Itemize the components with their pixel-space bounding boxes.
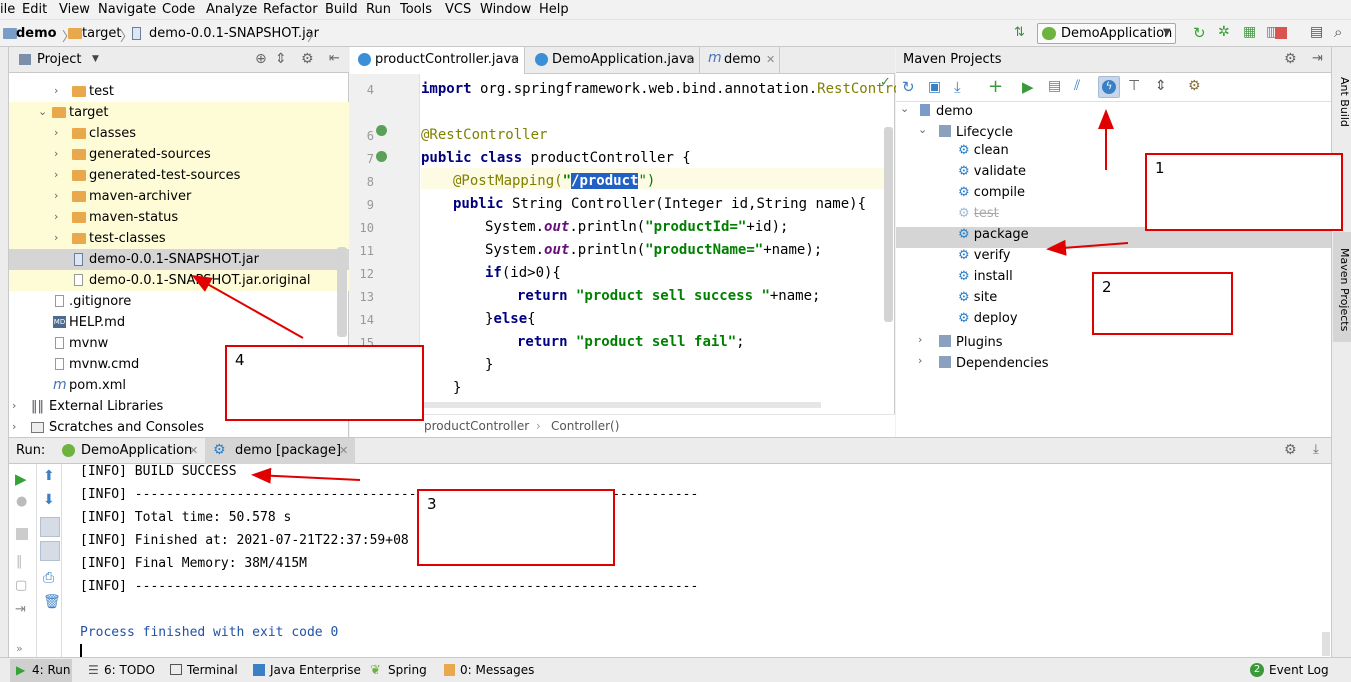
annotation-arrows <box>191 109 1129 484</box>
arrow-to-jar <box>191 275 304 339</box>
arrow-to-build-success <box>251 467 361 484</box>
arrow-to-package <box>1046 239 1129 256</box>
